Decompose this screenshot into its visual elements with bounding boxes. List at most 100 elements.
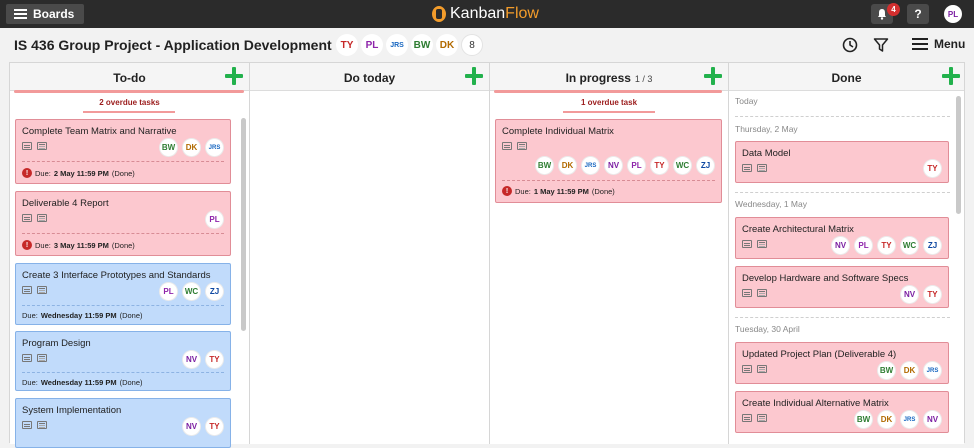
task-members: NV PL TY WC ZJ [831,236,942,255]
history-button[interactable] [841,36,859,54]
member-avatar[interactable]: DK [436,34,458,56]
add-task-icon[interactable] [704,67,722,85]
task-card[interactable]: Deliverable 4 Report PL ! Due: 3 May 11:… [15,191,231,256]
boards-button[interactable]: Boards [6,4,84,24]
column-title: Done [831,71,862,85]
task-card[interactable]: Create Individual Alternative Matrix BW … [735,391,949,433]
task-title: Create 3 Interface Prototypes and Standa… [22,270,211,281]
task-card[interactable]: Complete Team Matrix and Narrative BW DK… [15,119,231,184]
board-members: TY PL JRS BW DK 8 [336,34,483,56]
overdue-tasks-label[interactable]: 2 overdue tasks [10,98,249,107]
help-icon: ? [914,7,922,21]
kanban-board: To-do 2 overdue tasks Complete Team Matr… [9,62,965,448]
member-avatar: ZJ [696,156,715,175]
task-card[interactable]: Create 3 Interface Prototypes and Standa… [15,263,231,325]
due-date-value: 2 May 11:59 PM [53,168,109,178]
task-icons [742,414,767,422]
task-title: Complete Individual Matrix [502,126,614,137]
task-icons [742,240,767,248]
date-group-label: Tuesday, 30 April [735,324,800,334]
task-title: System Implementation [22,405,122,416]
task-card[interactable]: Complete Individual Matrix BW DK JRS NV … [495,119,722,203]
column-do-today: Do today [250,63,490,444]
due-date-value: 1 May 11:59 PM [533,186,589,196]
task-icons [22,286,47,294]
add-task-icon[interactable] [465,67,483,85]
date-group-divider [735,317,950,318]
task-title: Data Model [742,148,791,159]
member-avatar: TY [650,156,669,175]
kanbanflow-logo[interactable]: Kanban Flow [432,5,539,23]
member-avatar: WC [673,156,692,175]
member-avatar: TY [923,285,942,304]
due-status: (Done) [111,168,135,178]
member-avatar: NV [923,410,942,429]
logo-text-flow: Flow [505,5,539,22]
add-task-icon[interactable] [942,67,960,85]
user-avatar[interactable]: PL [944,5,962,23]
column-overdue-bar [14,90,244,93]
calendar-icon [757,240,767,248]
overdue-warning-icon: ! [22,168,32,178]
card-divider [22,372,224,373]
overdue-tasks-label[interactable]: 1 overdue task [490,98,728,107]
member-avatar: JRS [205,138,224,157]
task-card[interactable]: System Implementation NV TY [15,398,231,448]
calendar-icon [37,354,47,362]
wip-limit: 1 / 3 [634,74,653,84]
task-card[interactable]: Create Architectural Matrix NV PL TY WC … [735,217,949,259]
task-card[interactable]: Data Model TY [735,141,949,183]
description-icon [742,365,752,373]
task-title: Create Individual Alternative Matrix [742,398,889,409]
task-members: NV TY [182,417,224,436]
task-card[interactable]: Program Design NV TY Due: Wednesday 11:5… [15,331,231,391]
task-title: Complete Team Matrix and Narrative [22,126,177,137]
column-title-text: In progress [565,71,631,85]
member-count[interactable]: 8 [461,34,483,56]
due-date-value: Wednesday 11:59 PM [40,378,117,387]
calendar-icon [757,414,767,422]
task-title: Create Architectural Matrix [742,224,854,235]
scrollbar[interactable] [956,96,961,214]
due-prefix: Due: [22,311,38,320]
task-members: BW DK JRS [877,361,942,380]
column-header: Done [729,63,964,91]
menu-button[interactable]: Menu [912,37,965,51]
due-status: (Done) [119,378,143,387]
task-title: Updated Project Plan (Deliverable 4) [742,349,897,360]
due-date: ! Due: 1 May 11:59 PM (Done) [502,186,615,196]
description-icon [22,142,32,150]
add-task-icon[interactable] [225,67,243,85]
column-title: To-do [113,71,146,85]
column-header: To-do [10,63,249,91]
description-icon [742,164,752,172]
member-avatar[interactable]: PL [361,34,383,56]
logo-icon [432,6,446,22]
task-members: BW DK JRS NV PL TY WC ZJ [535,156,715,175]
member-avatar: DK [877,410,896,429]
help-button[interactable]: ? [907,4,929,24]
due-prefix: Due: [515,186,531,196]
member-avatar: TY [205,417,224,436]
menu-label: Menu [934,37,966,51]
calendar-icon [757,289,767,297]
board-title: IS 436 Group Project - Application Devel… [14,37,332,53]
column-title: Do today [343,71,396,85]
notification-count-badge: 4 [887,3,900,16]
due-prefix: Due: [22,378,38,387]
date-group-divider [735,116,950,117]
overdue-underline [563,111,655,113]
member-avatar: BW [159,138,178,157]
column-overdue-bar [494,90,722,93]
hamburger-icon [912,38,928,50]
task-card[interactable]: Updated Project Plan (Deliverable 4) BW … [735,342,949,384]
description-icon [22,421,32,429]
filter-icon [873,38,889,52]
task-card[interactable]: Develop Hardware and Software Specs NV T… [735,266,949,308]
scrollbar[interactable] [241,118,246,331]
card-divider [22,233,224,234]
member-avatar[interactable]: JRS [386,34,408,56]
filter-button[interactable] [872,36,890,54]
member-avatar[interactable]: BW [411,34,433,56]
member-avatar[interactable]: TY [336,34,358,56]
